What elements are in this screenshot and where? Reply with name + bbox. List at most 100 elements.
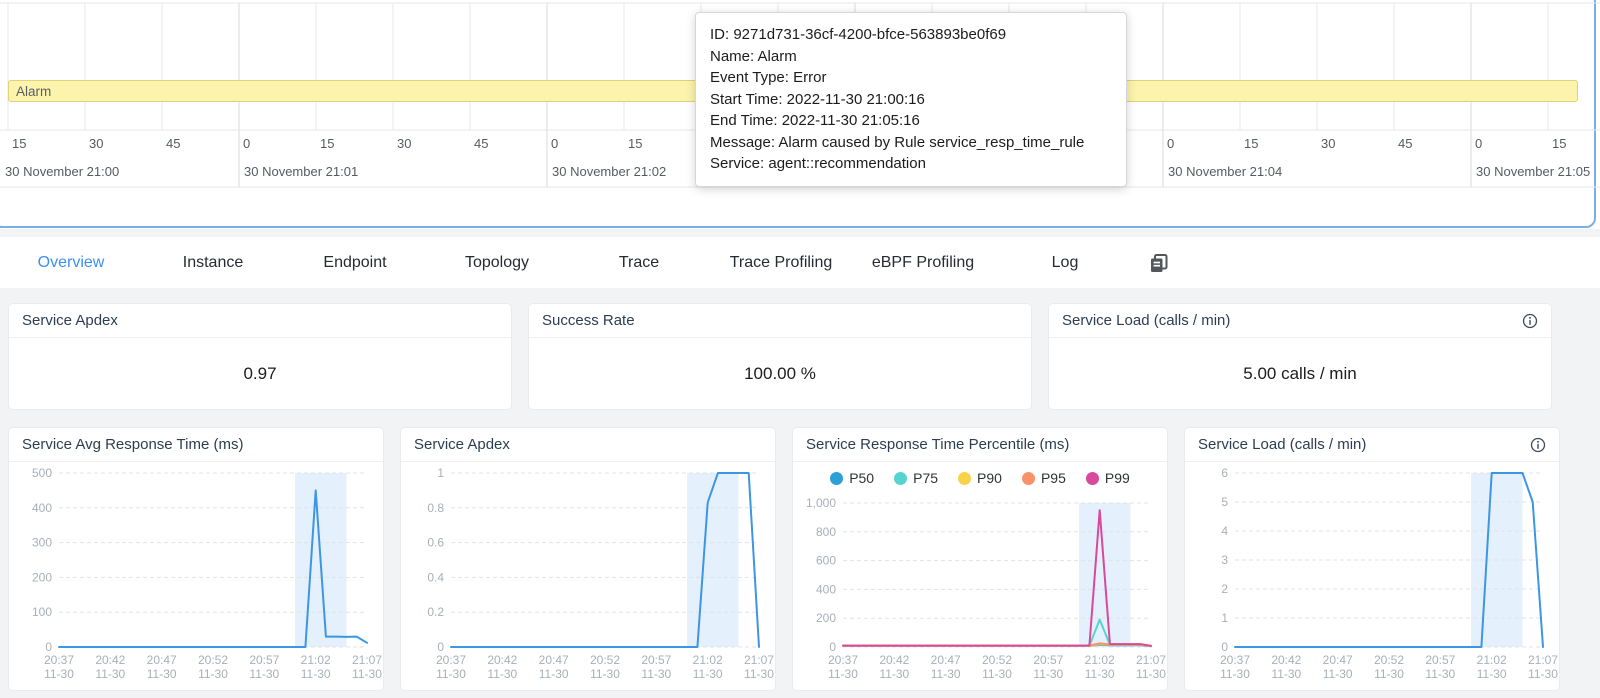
chart-card: Service Response Time Percentile (ms) P50… — [792, 427, 1168, 691]
legend-item-p90[interactable]: P90 — [958, 470, 1002, 486]
svg-text:1: 1 — [437, 466, 444, 480]
timeline-tick-label: 15 — [12, 136, 26, 151]
event-tooltip: ID: 9271d731-36cf-4200-bfce-563893be0f69… — [695, 12, 1127, 187]
legend-item-p50[interactable]: P50 — [830, 470, 874, 486]
svg-text:11-30: 11-30 — [1323, 667, 1353, 681]
svg-text:500: 500 — [32, 466, 52, 480]
svg-text:11-30: 11-30 — [147, 667, 177, 681]
card-title: Service Load (calls / min) — [1062, 312, 1230, 329]
timeline-date-label: 30 November 21:04 — [1168, 164, 1282, 179]
legend-item-p99[interactable]: P99 — [1086, 470, 1130, 486]
tooltip-line: End Time: 2022-11-30 21:05:16 — [710, 110, 1112, 132]
svg-text:0: 0 — [1221, 640, 1228, 654]
svg-text:11-30: 11-30 — [641, 667, 671, 681]
tab-overview[interactable]: Overview — [0, 254, 142, 272]
chart-title: Service Apdex — [414, 436, 510, 453]
info-icon[interactable] — [1522, 313, 1538, 329]
metric-value: 5.00 calls / min — [1049, 338, 1551, 410]
svg-text:3: 3 — [1221, 553, 1228, 567]
svg-text:4: 4 — [1221, 524, 1228, 538]
copy-documents-icon[interactable] — [1148, 252, 1170, 274]
svg-text:20:52: 20:52 — [590, 653, 620, 667]
legend-dot — [1022, 472, 1035, 485]
legend-dot — [894, 472, 907, 485]
tab-topology[interactable]: Topology — [426, 254, 568, 272]
svg-text:600: 600 — [816, 554, 836, 568]
timeline-tick-label: 15 — [1244, 136, 1258, 151]
svg-text:20:42: 20:42 — [879, 653, 909, 667]
timeline-date-label: 30 November 21:05 — [1476, 164, 1590, 179]
chart-legend: P50 P75 P90 P95 P99 — [801, 463, 1159, 493]
timeline-date-label: 30 November 21:00 — [5, 164, 119, 179]
svg-text:11-30: 11-30 — [693, 667, 723, 681]
svg-text:1,000: 1,000 — [806, 496, 836, 510]
svg-text:11-30: 11-30 — [301, 667, 331, 681]
card-header: Service Load (calls / min) — [1049, 304, 1551, 338]
svg-text:11-30: 11-30 — [1477, 667, 1507, 681]
tooltip-line: Name: Alarm — [710, 46, 1112, 68]
tab-endpoint[interactable]: Endpoint — [284, 254, 426, 272]
card-header: Service Apdex — [401, 428, 775, 462]
svg-text:20:52: 20:52 — [198, 653, 228, 667]
svg-text:20:57: 20:57 — [1033, 653, 1063, 667]
svg-text:20:47: 20:47 — [147, 653, 177, 667]
metric-value: 100.00 % — [529, 338, 1031, 410]
svg-text:0.2: 0.2 — [427, 605, 444, 619]
svg-text:20:42: 20:42 — [1271, 653, 1301, 667]
svg-text:20:57: 20:57 — [1425, 653, 1455, 667]
chart-card: Service Apdex00.20.40.60.8120:3711-3020:… — [400, 427, 776, 691]
legend-label: P50 — [849, 470, 874, 486]
legend-item-p75[interactable]: P75 — [894, 470, 938, 486]
alarm-timeline[interactable]: Alarm 1530450153045015304501530450153045… — [0, 0, 1600, 229]
chart-title: Service Avg Response Time (ms) — [22, 436, 243, 453]
tab-log[interactable]: Log — [994, 254, 1136, 272]
legend-item-p95[interactable]: P95 — [1022, 470, 1066, 486]
svg-text:20:37: 20:37 — [436, 653, 466, 667]
svg-text:400: 400 — [32, 501, 52, 515]
card-title: Success Rate — [542, 312, 635, 329]
metric-value: 0.97 — [9, 338, 511, 410]
legend-label: P75 — [913, 470, 938, 486]
svg-text:21:07: 21:07 — [744, 653, 774, 667]
svg-text:0: 0 — [829, 640, 836, 654]
legend-label: P99 — [1105, 470, 1130, 486]
tooltip-line: Message: Alarm caused by Rule service_re… — [710, 132, 1112, 154]
timeline-tick-label: 30 — [1321, 136, 1335, 151]
svg-text:11-30: 11-30 — [1136, 667, 1166, 681]
tab-ebpf-profiling[interactable]: eBPF Profiling — [852, 254, 994, 272]
svg-text:21:02: 21:02 — [1477, 653, 1507, 667]
svg-text:20:52: 20:52 — [1374, 653, 1404, 667]
summary-card: Service Load (calls / min) 5.00 calls / m… — [1048, 303, 1552, 410]
chart-title: Service Load (calls / min) — [1198, 436, 1366, 453]
svg-text:11-30: 11-30 — [1374, 667, 1404, 681]
tooltip-line: Start Time: 2022-11-30 21:00:16 — [710, 89, 1112, 111]
chart-title: Service Response Time Percentile (ms) — [806, 436, 1069, 453]
summary-card-row: Service Apdex0.97Success Rate100.00 %Ser… — [8, 303, 1552, 410]
legend-label: P95 — [1041, 470, 1066, 486]
svg-text:21:02: 21:02 — [1085, 653, 1115, 667]
chart-body: 00.20.40.60.8120:3711-3020:4211-3020:471… — [401, 462, 775, 692]
tab-instance[interactable]: Instance — [142, 254, 284, 272]
info-icon[interactable] — [1530, 437, 1546, 453]
svg-text:21:02: 21:02 — [693, 653, 723, 667]
tab-trace[interactable]: Trace — [568, 254, 710, 272]
chart-card: Service Avg Response Time (ms)0100200300… — [8, 427, 384, 691]
svg-text:11-30: 11-30 — [1528, 667, 1558, 681]
legend-label: P90 — [977, 470, 1002, 486]
timeline-tick-label: 0 — [551, 136, 558, 151]
svg-text:11-30: 11-30 — [879, 667, 909, 681]
card-header: Service Load (calls / min) — [1185, 428, 1559, 462]
svg-text:11-30: 11-30 — [982, 667, 1012, 681]
svg-text:0: 0 — [437, 640, 444, 654]
svg-text:11-30: 11-30 — [539, 667, 569, 681]
tab-trace-profiling[interactable]: Trace Profiling — [710, 254, 852, 272]
svg-text:20:47: 20:47 — [1323, 653, 1353, 667]
timeline-tick-label: 45 — [166, 136, 180, 151]
svg-text:21:07: 21:07 — [1136, 653, 1166, 667]
chart-body: 010020030040050020:3711-3020:4211-3020:4… — [9, 462, 383, 692]
chart-card: Service Load (calls / min)012345620:3711… — [1184, 427, 1560, 691]
svg-text:200: 200 — [32, 570, 52, 584]
alarm-event-label: Alarm — [16, 84, 51, 99]
svg-text:11-30: 11-30 — [1033, 667, 1063, 681]
svg-text:300: 300 — [32, 536, 52, 550]
